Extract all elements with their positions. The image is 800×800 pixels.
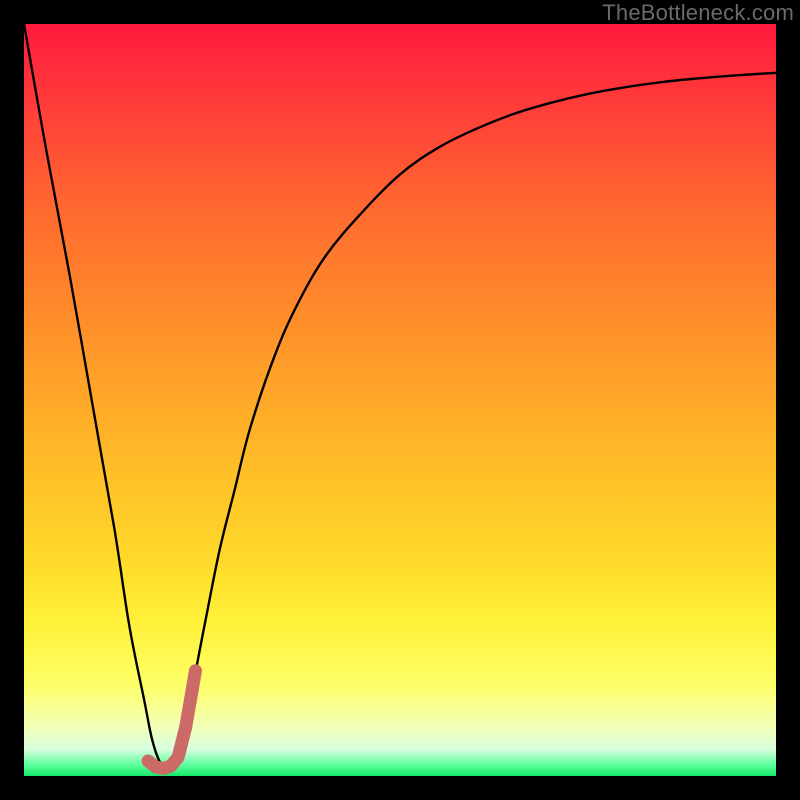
- watermark-text: TheBottleneck.com: [602, 0, 794, 26]
- chart-frame: TheBottleneck.com: [0, 0, 800, 800]
- chart-canvas: [24, 24, 776, 776]
- plot-area: [24, 24, 776, 776]
